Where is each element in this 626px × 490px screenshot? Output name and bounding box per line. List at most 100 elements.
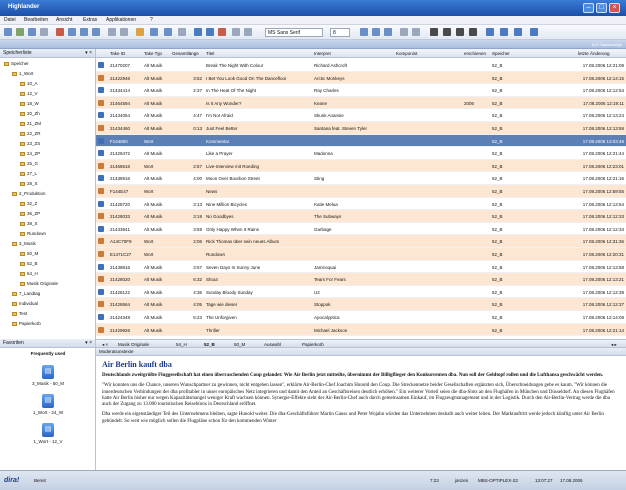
layout1-icon[interactable]: [430, 28, 438, 36]
menu-applikationen[interactable]: Applikationen: [106, 17, 136, 23]
tree-item[interactable]: 12_V: [20, 91, 38, 96]
table-row[interactable]: 21434460 Alt Musik 0:13 Just Feel Better San…: [96, 122, 626, 135]
font-select[interactable]: MS Sans Serif: [265, 28, 323, 37]
table-row[interactable]: 21429472 Alt Musik Like a Prayer Madonna 52_…: [96, 147, 626, 160]
table-row[interactable]: 21424348 Alt Musik 5:23 The Unforgiven Apoca…: [96, 311, 626, 324]
tree-item[interactable]: 18_W: [20, 101, 39, 106]
maximize-button[interactable]: □: [596, 3, 607, 13]
filter-icon[interactable]: [108, 28, 116, 36]
link-icon[interactable]: [136, 28, 144, 36]
favorite-item[interactable]: ▤ 1_Wort - 12_V: [0, 423, 96, 444]
window-icon[interactable]: [530, 28, 538, 36]
tree-item[interactable]: Musik Originale: [20, 281, 58, 286]
favorite-item[interactable]: ▤ 3_Musik - 50_M: [0, 365, 96, 386]
tree-item[interactable]: 10_A: [20, 81, 38, 86]
tree-item[interactable]: 22_ZR: [20, 131, 41, 136]
print-icon[interactable]: [40, 28, 48, 36]
table-row[interactable]: 21434054 Alt Musik 4:47 I'm Not Afraid Skunk…: [96, 109, 626, 122]
tree-item[interactable]: Individual: [12, 301, 38, 306]
search-icon[interactable]: [120, 28, 128, 36]
tab-54h[interactable]: 54_H: [176, 342, 187, 347]
col-year[interactable]: erschienen: [464, 51, 486, 56]
layout3-icon[interactable]: [456, 28, 464, 36]
cut-icon[interactable]: [68, 28, 76, 36]
tab-musik-originale[interactable]: Musik Originale: [118, 342, 149, 347]
tree-item[interactable]: 52_B: [20, 261, 38, 266]
record-icon[interactable]: [150, 28, 158, 36]
layout4-icon[interactable]: [469, 28, 477, 36]
align-icon[interactable]: [232, 28, 240, 36]
copy-icon[interactable]: [80, 28, 88, 36]
menu-bearbeiten[interactable]: Bearbeiten: [24, 17, 48, 23]
tree-item[interactable]: Rundown: [20, 231, 46, 236]
import-icon[interactable]: [194, 28, 202, 36]
outdent-icon[interactable]: [412, 28, 420, 36]
table-row[interactable]: 21428664 Alt Musik 4:05 Tage wie dieser Stop…: [96, 298, 626, 311]
table-row[interactable]: 21464594 Alt Musik Is It Any Wonder? Keane 2…: [96, 96, 626, 110]
tree-item[interactable]: Speicher: [4, 61, 29, 66]
favorite-item[interactable]: ▤ 1_Wort - 24_W: [0, 394, 96, 415]
tree-item[interactable]: Test: [12, 311, 27, 316]
tree-item[interactable]: 32_Z: [20, 201, 37, 206]
tree-item[interactable]: 27_L: [20, 171, 37, 176]
mark-icon[interactable]: [218, 28, 226, 36]
table-row[interactable]: 21433941 Alt Musik 3:59 Only Happy When It …: [96, 223, 626, 236]
pane-close-icon[interactable]: ▾ ×: [85, 50, 92, 56]
grid-icon[interactable]: [486, 28, 494, 36]
col-take-id[interactable]: Take ID: [110, 51, 125, 56]
tree-item[interactable]: Papierkorb: [12, 321, 41, 326]
minimize-button[interactable]: –: [583, 3, 594, 13]
save-icon[interactable]: [28, 28, 36, 36]
tree-item[interactable]: 2_Produktion: [12, 191, 46, 196]
table-row[interactable]: 21468516 Wort 2:57 Live-Interview mit Roedi…: [96, 159, 626, 173]
col-artist[interactable]: Interpret: [314, 51, 331, 56]
menu-datei[interactable]: Datei: [4, 17, 16, 23]
size-select[interactable]: 8: [330, 28, 350, 37]
table-row[interactable]: 21470207 Alt Musik Break The Night With Co…: [96, 59, 626, 72]
indent-icon[interactable]: [400, 28, 408, 36]
tree-item[interactable]: 25_G: [20, 161, 38, 166]
table-row[interactable]: 21428122 Alt Musik 4:36 Sunday Bloody Sunda…: [96, 286, 626, 299]
table-row[interactable]: 21438916 Alt Musik 4:00 Moon Over Bourbon S…: [96, 172, 626, 185]
table-row[interactable]: 21428020 Alt Musik 6:32 Shout Tears For Fear…: [96, 273, 626, 286]
open-icon[interactable]: [16, 28, 24, 36]
tree-item[interactable]: 24_ZP: [20, 151, 40, 156]
tab-50m[interactable]: 50_M: [234, 342, 245, 347]
tree-item[interactable]: 54_H: [20, 271, 38, 276]
play-icon[interactable]: [164, 28, 172, 36]
tab-papierkorb[interactable]: Papierkorb: [302, 342, 324, 347]
underline-icon[interactable]: [384, 28, 392, 36]
stop-icon[interactable]: [178, 28, 186, 36]
bold-icon[interactable]: [360, 28, 368, 36]
col-title[interactable]: Titel: [206, 51, 214, 56]
col-take-type[interactable]: Take Typ: [144, 51, 162, 56]
tree-item[interactable]: 36_ZP: [20, 211, 40, 216]
table-row[interactable]: 21422946 Alt Musik 3:52 I Bet You Look Good…: [96, 71, 626, 85]
table-row[interactable]: A14C70F9 Wort 2:06 Rick Thomas über sein ne…: [96, 235, 626, 248]
tree-item[interactable]: 7_Landtag: [12, 291, 40, 296]
col-composer[interactable]: Komponist: [396, 51, 417, 56]
layout2-icon[interactable]: [443, 28, 451, 36]
new-icon[interactable]: [4, 28, 12, 36]
tree-item[interactable]: 50_M: [20, 251, 38, 256]
tree-item[interactable]: 1_Wort: [12, 71, 33, 76]
menu-extras[interactable]: Extras: [83, 17, 97, 23]
favorites-close-icon[interactable]: ▾ ×: [85, 340, 92, 346]
export-icon[interactable]: [206, 28, 214, 36]
table-row[interactable]: 21434414 Alt Musik 2:37 In The Heat Of The …: [96, 84, 626, 97]
tree-item[interactable]: 3_Musik: [12, 241, 36, 246]
tree-item[interactable]: 23_ZS: [20, 141, 40, 146]
tree-item[interactable]: 28_S: [20, 181, 38, 186]
col-modified[interactable]: letzte Änderung: [578, 51, 610, 56]
document-editor[interactable]: Air Berlin kauft dba Deutschlands zweitg…: [96, 356, 626, 470]
italic-icon[interactable]: [372, 28, 380, 36]
table-row[interactable]: 21428033 Alt Musik 3:19 No Goodbyes The Subw…: [96, 210, 626, 223]
table-row[interactable]: F144800 Wort Kommentar 52_B 17.08.2006 13:03…: [96, 134, 626, 148]
col-storage[interactable]: Speicher: [492, 51, 510, 56]
tree-item[interactable]: 21_ZM: [20, 121, 41, 126]
table-row[interactable]: 21428720 Alt Musik 3:13 Nine Million Bicycl…: [96, 198, 626, 211]
col-length[interactable]: Gesamtlänge: [172, 51, 199, 56]
tile-icon[interactable]: [514, 28, 522, 36]
table-row[interactable]: E1471C27 Wort Rundown 52_B 17.08.2006 12:20:…: [96, 248, 626, 261]
delete-icon[interactable]: [56, 28, 64, 36]
